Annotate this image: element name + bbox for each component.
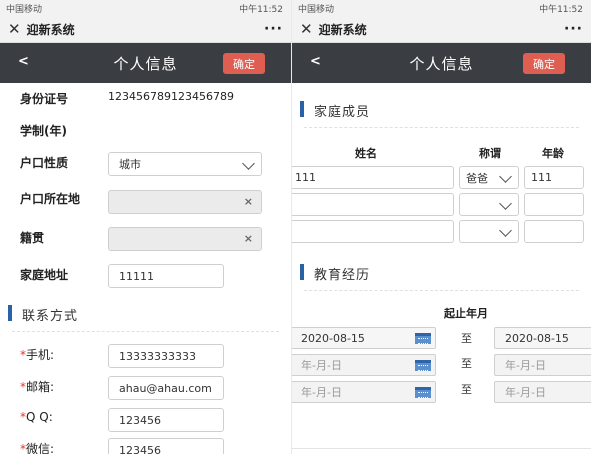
- edu-section-title: 教育经历: [314, 268, 371, 283]
- wechat-value: 123456: [119, 443, 161, 454]
- chevron-down-icon: [242, 157, 255, 170]
- hukou-type-select[interactable]: 城市: [108, 152, 262, 176]
- calendar-icon[interactable]: [415, 360, 431, 371]
- edu-section-header: 教育经历: [292, 257, 591, 291]
- wechat-title: 迎新系统: [318, 22, 367, 37]
- confirm-button[interactable]: 确定: [223, 53, 265, 74]
- member-relation-select[interactable]: [459, 220, 519, 243]
- close-icon[interactable]: ✕: [300, 20, 313, 38]
- nav-bar: < 个人信息 确定: [0, 43, 291, 83]
- divider: [304, 127, 579, 128]
- contact-section-header: 联系方式: [0, 298, 291, 332]
- to-label: 至: [461, 357, 472, 370]
- school-label: 学制(年): [20, 124, 67, 138]
- phone-value: 13333333333: [119, 349, 196, 363]
- close-icon[interactable]: ✕: [8, 20, 21, 38]
- family-section-title: 家庭成员: [314, 105, 371, 120]
- calendar-icon[interactable]: [415, 333, 431, 344]
- id-label: 身份证号: [20, 92, 69, 106]
- member-relation-select[interactable]: 爸爸: [459, 166, 519, 189]
- page-title: 个人信息: [409, 54, 474, 73]
- divider: [12, 331, 279, 332]
- col-age-header: 年龄: [542, 147, 564, 160]
- address-input[interactable]: 11111: [108, 264, 224, 288]
- chevron-down-icon: [499, 224, 512, 237]
- back-icon[interactable]: <: [310, 54, 321, 69]
- end-date-input[interactable]: 年-月-日: [494, 381, 591, 403]
- start-date-input[interactable]: 2020-08-15: [292, 327, 436, 349]
- email-label: *邮箱:: [20, 380, 55, 394]
- native-field[interactable]: ×: [108, 227, 262, 251]
- confirm-button[interactable]: 确定: [523, 53, 565, 74]
- carrier-label: 中国移动: [6, 4, 43, 15]
- clock-label: 中午11:52: [539, 4, 583, 15]
- member-age-input[interactable]: [524, 220, 584, 243]
- qq-value: 123456: [119, 413, 161, 427]
- member-relation-select[interactable]: [459, 193, 519, 216]
- phone-label: *手机:: [20, 348, 55, 362]
- address-value: 11111: [119, 269, 154, 283]
- calendar-icon[interactable]: [415, 387, 431, 398]
- wechat-input[interactable]: 123456: [108, 438, 224, 454]
- section-marker: [300, 101, 304, 117]
- col-relation-header: 称谓: [479, 147, 501, 160]
- wechat-label: *微信:: [20, 442, 55, 454]
- start-date-input[interactable]: 年-月-日: [292, 354, 436, 376]
- member-name-input[interactable]: [292, 220, 454, 243]
- wechat-header: ✕ 迎新系统 ···: [292, 16, 591, 43]
- qq-label: *Q Q:: [20, 410, 53, 424]
- start-date-input[interactable]: 年-月-日: [292, 381, 436, 403]
- page-title: 个人信息: [113, 54, 178, 73]
- member-name-input[interactable]: [292, 193, 454, 216]
- chevron-down-icon: [499, 197, 512, 210]
- carrier-label: 中国移动: [298, 4, 335, 15]
- to-label: 至: [461, 332, 472, 345]
- id-value: 123456789123456789: [108, 90, 234, 103]
- col-name-header: 姓名: [355, 147, 377, 160]
- native-label: 籍贯: [20, 231, 45, 245]
- member-age-input[interactable]: [524, 193, 584, 216]
- family-section-header: 家庭成员: [292, 94, 591, 128]
- right-screen: 中国移动 中午11:52 ✕ 迎新系统 ··· < 个人信息 确定 家庭成员 姓…: [292, 0, 591, 454]
- chevron-down-icon: [499, 170, 512, 183]
- section-marker: [300, 264, 304, 280]
- back-icon[interactable]: <: [18, 54, 29, 69]
- wechat-title: 迎新系统: [26, 22, 75, 37]
- more-icon[interactable]: ···: [564, 21, 583, 37]
- section-marker: [8, 305, 12, 321]
- hukou-loc-label: 户口所在地: [20, 192, 81, 206]
- bottom-divider: [292, 448, 591, 449]
- clear-icon[interactable]: ×: [244, 195, 253, 208]
- address-label: 家庭地址: [20, 268, 69, 282]
- qq-input[interactable]: 123456: [108, 408, 224, 432]
- wechat-header: ✕ 迎新系统 ···: [0, 16, 291, 43]
- hukou-loc-field[interactable]: ×: [108, 190, 262, 214]
- end-date-input[interactable]: 2020-08-15: [494, 327, 591, 349]
- more-icon[interactable]: ···: [264, 21, 283, 37]
- member-name-input[interactable]: 111: [292, 166, 454, 189]
- to-label: 至: [461, 383, 472, 396]
- email-value: ahau@ahau.com: [119, 381, 212, 395]
- status-bar: 中国移动 中午11:52: [292, 0, 591, 16]
- clock-label: 中午11:52: [239, 4, 283, 15]
- email-input[interactable]: ahau@ahau.com: [108, 376, 224, 400]
- contact-section-title: 联系方式: [22, 309, 79, 324]
- status-bar: 中国移动 中午11:52: [0, 0, 291, 16]
- member-age-input[interactable]: 111: [524, 166, 584, 189]
- end-date-input[interactable]: 年-月-日: [494, 354, 591, 376]
- col-period-header: 起止年月: [444, 307, 488, 320]
- left-screen: 中国移动 中午11:52 ✕ 迎新系统 ··· < 个人信息 确定 身份证号 1…: [0, 0, 291, 454]
- clear-icon[interactable]: ×: [244, 232, 253, 245]
- phone-input[interactable]: 13333333333: [108, 344, 224, 368]
- nav-bar: < 个人信息 确定: [292, 43, 591, 83]
- hukou-type-value: 城市: [119, 158, 141, 171]
- hukou-type-label: 户口性质: [20, 156, 69, 170]
- divider: [304, 290, 579, 291]
